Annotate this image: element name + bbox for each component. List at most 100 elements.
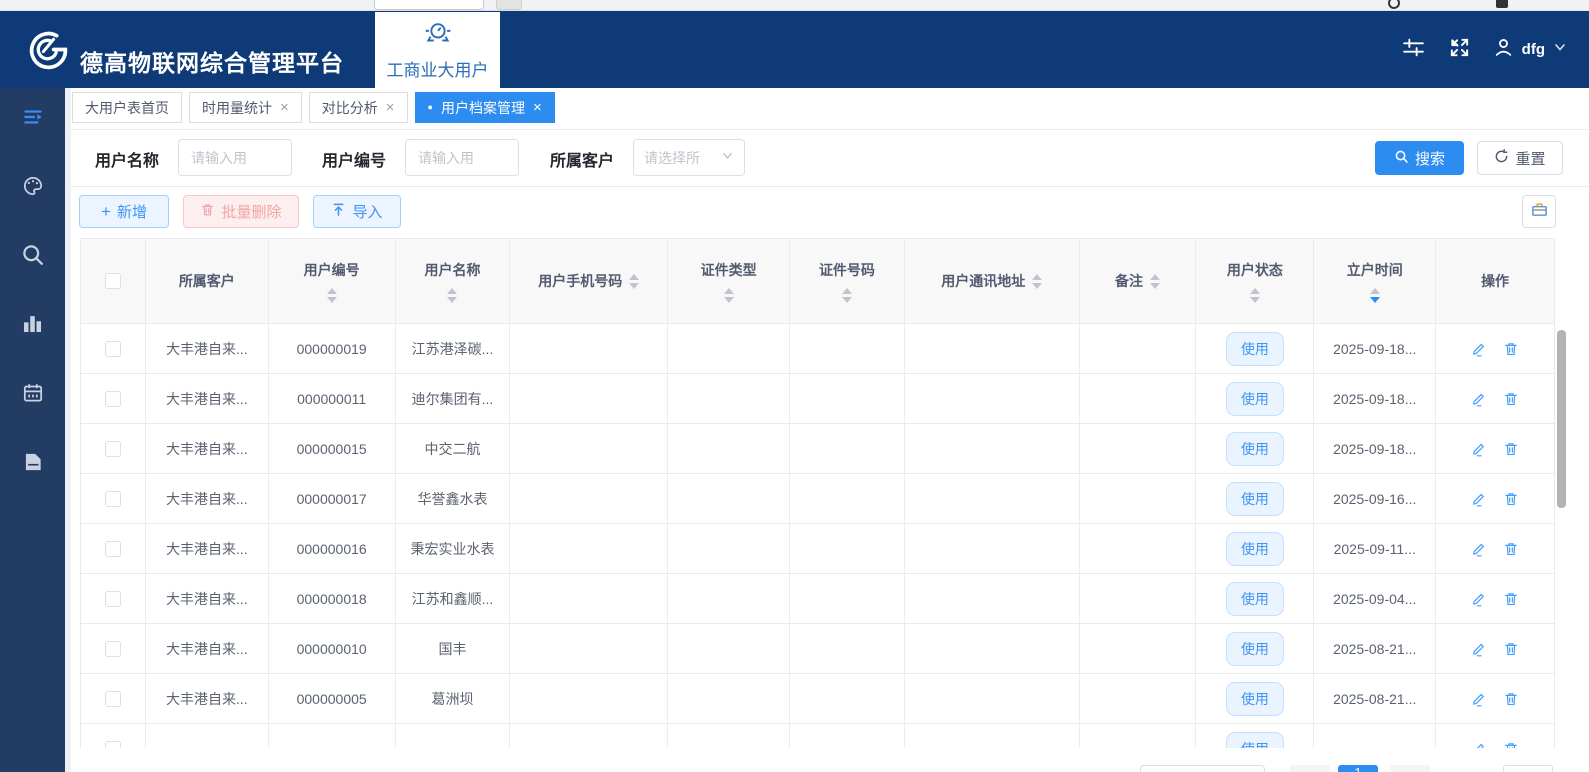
col-header-remark[interactable]: 备注 xyxy=(1080,239,1197,323)
col-header-address[interactable]: 用户通讯地址 xyxy=(905,239,1080,323)
tab-0[interactable]: 大用户表首页 xyxy=(72,92,182,123)
search-icon xyxy=(20,242,46,273)
sort-carets[interactable] xyxy=(841,287,852,303)
delete-icon[interactable] xyxy=(1503,491,1519,507)
tab-label: 时用量统计 xyxy=(202,99,272,116)
tab-label: 对比分析 xyxy=(321,99,378,116)
col-header-actions: 操作 xyxy=(1436,239,1554,323)
sort-carets[interactable] xyxy=(326,287,337,303)
status-badge: 使用 xyxy=(1225,631,1284,666)
edit-icon[interactable] xyxy=(1471,691,1487,707)
col-header-cert_type[interactable]: 证件类型 xyxy=(668,239,791,323)
sort-carets[interactable] xyxy=(629,273,640,289)
browser-address-input[interactable] xyxy=(374,0,484,10)
page-jump-input[interactable] xyxy=(1503,765,1553,772)
edit-icon[interactable] xyxy=(1471,391,1487,407)
sidebar-item-calendar[interactable] xyxy=(0,372,65,418)
prev-page-button[interactable] xyxy=(1290,765,1330,772)
row-checkbox[interactable] xyxy=(104,690,121,707)
cell-cert_no xyxy=(790,474,905,523)
settings-sliders-icon[interactable] xyxy=(1401,35,1426,65)
edit-icon[interactable] xyxy=(1471,341,1487,357)
col-header-cert_no[interactable]: 证件号码 xyxy=(790,239,905,323)
customer-select[interactable]: 请选择所 xyxy=(633,139,745,176)
column-settings-button[interactable] xyxy=(1522,195,1556,228)
module-tab-industrial-users[interactable]: 工商业大用户 xyxy=(375,12,500,88)
next-page-button[interactable] xyxy=(1390,765,1430,772)
select-all-checkbox[interactable] xyxy=(104,273,121,289)
delete-icon[interactable] xyxy=(1503,391,1519,407)
cell-cert_no xyxy=(790,724,905,748)
tab-2[interactable]: 对比分析 × xyxy=(308,92,408,123)
cell-actions xyxy=(1436,524,1554,573)
reset-button[interactable]: 重置 xyxy=(1477,141,1563,175)
delete-icon[interactable] xyxy=(1503,341,1519,357)
cell-status: 使用 xyxy=(1196,524,1315,573)
edit-icon[interactable] xyxy=(1471,741,1487,748)
import-button[interactable]: 导入 xyxy=(313,195,401,228)
tab-close-icon[interactable]: × xyxy=(280,99,289,116)
delete-icon[interactable] xyxy=(1503,541,1519,557)
row-checkbox[interactable] xyxy=(104,340,121,357)
cell-user_name: 中交二航 xyxy=(396,424,511,473)
add-button[interactable]: + 新增 xyxy=(79,195,169,228)
cell-customer: 大丰港自来... xyxy=(146,574,269,623)
search-button[interactable]: 搜索 xyxy=(1375,141,1464,175)
row-checkbox[interactable] xyxy=(104,640,121,657)
cell-cert_no xyxy=(790,524,905,573)
cell-remark xyxy=(1080,674,1197,723)
user-name-input[interactable] xyxy=(178,139,292,176)
browser-button[interactable] xyxy=(496,0,522,10)
sidebar-collapse-button[interactable] xyxy=(0,96,65,142)
tab-close-icon[interactable]: × xyxy=(533,99,542,116)
browser-icon-2[interactable] xyxy=(1496,0,1508,8)
sort-carets[interactable] xyxy=(1249,287,1260,303)
row-checkbox[interactable] xyxy=(104,740,121,748)
delete-icon[interactable] xyxy=(1503,741,1519,748)
cell-actions xyxy=(1436,374,1554,423)
current-page-button[interactable]: 1 xyxy=(1338,765,1378,772)
edit-icon[interactable] xyxy=(1471,491,1487,507)
col-header-status[interactable]: 用户状态 xyxy=(1196,239,1315,323)
edit-icon[interactable] xyxy=(1471,641,1487,657)
sort-carets[interactable] xyxy=(447,287,458,303)
browser-icon[interactable] xyxy=(1388,0,1400,9)
col-header-phone[interactable]: 用户手机号码 xyxy=(510,239,669,323)
delete-icon[interactable] xyxy=(1503,591,1519,607)
sidebar-item-search[interactable] xyxy=(0,234,65,280)
cell-cert_no xyxy=(790,674,905,723)
row-checkbox[interactable] xyxy=(104,540,121,557)
vertical-scrollbar[interactable] xyxy=(1557,330,1566,508)
sort-carets[interactable] xyxy=(1150,273,1161,289)
sort-carets[interactable] xyxy=(1032,273,1043,289)
reset-button-label: 重置 xyxy=(1515,150,1546,168)
tab-3[interactable]: ● 用户档案管理 × xyxy=(414,92,555,123)
edit-icon[interactable] xyxy=(1471,541,1487,557)
row-checkbox[interactable] xyxy=(104,440,121,457)
edit-icon[interactable] xyxy=(1471,441,1487,457)
sort-carets[interactable] xyxy=(1369,287,1380,303)
delete-icon[interactable] xyxy=(1503,691,1519,707)
tab-close-icon[interactable]: × xyxy=(386,99,395,116)
cell-open_time: 2025-08-21... xyxy=(1314,674,1437,723)
row-checkbox[interactable] xyxy=(104,390,121,407)
delete-icon[interactable] xyxy=(1503,641,1519,657)
row-checkbox[interactable] xyxy=(104,490,121,507)
user-menu[interactable]: dfg xyxy=(1493,37,1567,63)
page-size-select[interactable] xyxy=(1140,765,1265,772)
col-header-user_no[interactable]: 用户编号 xyxy=(269,239,396,323)
divider xyxy=(71,129,1589,130)
col-header-open_time[interactable]: 立户时间 xyxy=(1314,239,1437,323)
tab-1[interactable]: 时用量统计 × xyxy=(189,92,302,123)
fullscreen-icon[interactable] xyxy=(1448,36,1471,64)
sidebar-item-statistics[interactable] xyxy=(0,303,65,349)
sidebar-item-theme[interactable] xyxy=(0,165,65,211)
row-checkbox[interactable] xyxy=(104,590,121,607)
col-header-user_name[interactable]: 用户名称 xyxy=(396,239,511,323)
sidebar-item-document[interactable] xyxy=(0,441,65,487)
user-no-input[interactable] xyxy=(405,139,519,176)
edit-icon[interactable] xyxy=(1471,591,1487,607)
sort-carets[interactable] xyxy=(723,287,734,303)
delete-icon[interactable] xyxy=(1503,441,1519,457)
batch-delete-button[interactable]: 批量删除 xyxy=(183,195,299,228)
